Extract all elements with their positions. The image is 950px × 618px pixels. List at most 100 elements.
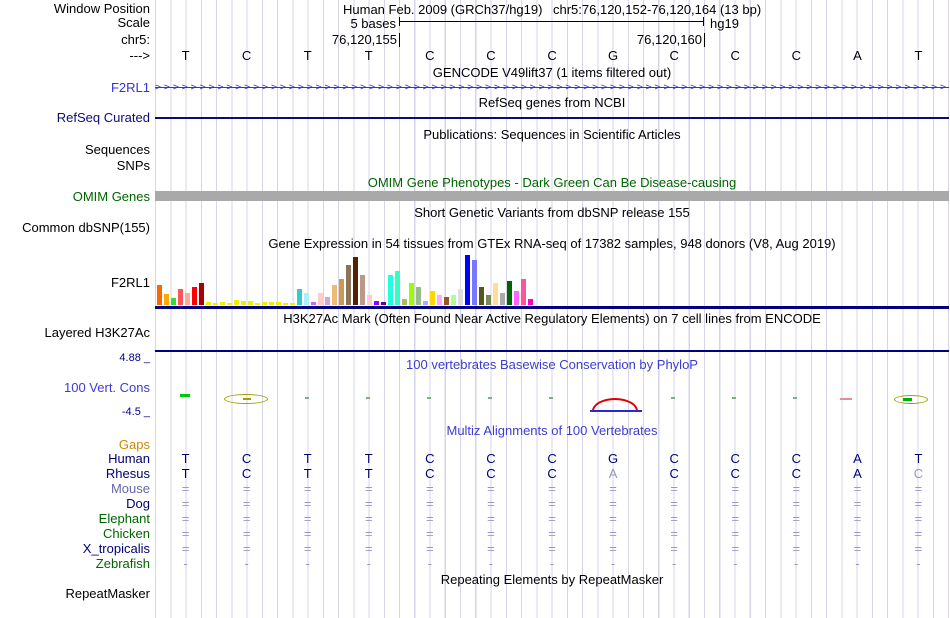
gtex-bar[interactable] [262,302,267,305]
gtex-bar[interactable] [185,293,190,305]
alignment-cell: = [670,541,678,556]
multiz-gaps-label[interactable]: Gaps [0,438,150,451]
gtex-bar[interactable] [220,302,225,305]
gtex-bar[interactable] [381,302,386,305]
dbsnp-track-label[interactable]: Common dbSNP(155) [0,221,150,234]
gtex-bar[interactable] [206,302,211,305]
gtex-bar[interactable] [423,301,428,305]
gtex-bar[interactable] [297,289,302,305]
gtex-bar[interactable] [479,287,484,305]
gtex-bar[interactable] [514,291,519,305]
refseq-track-label[interactable]: RefSeq Curated [0,111,150,124]
gtex-bar[interactable] [388,275,393,305]
species-label-x-tropicalis[interactable]: X_tropicalis [0,542,150,555]
gtex-bar[interactable] [255,303,260,305]
alignment-cell: = [792,526,801,541]
base-letter: C [730,48,740,63]
alignment-cell: - [916,556,921,571]
alignment-cell: = [731,496,740,511]
multiz-row-zebrafish[interactable]: ------------- [155,557,949,570]
h3k27ac-track-label[interactable]: Layered H3K27Ac [0,326,150,339]
gtex-bar[interactable] [451,295,456,305]
gtex-bar[interactable] [528,299,533,305]
gtex-bar[interactable] [276,302,281,305]
multiz-row-human[interactable]: TCTTCCCGCCCAT [155,452,949,465]
gtex-bar[interactable] [227,303,232,305]
gtex-bar[interactable] [283,303,288,305]
species-label-rhesus[interactable]: Rhesus [0,467,150,480]
species-label-elephant[interactable]: Elephant [0,512,150,525]
gtex-bar[interactable] [430,291,435,305]
refseq-gene-line[interactable] [155,117,949,119]
gtex-bar[interactable] [234,300,239,305]
gtex-bar[interactable] [164,294,169,305]
gtex-bar[interactable] [507,281,512,305]
gtex-expression-chart[interactable] [157,255,535,305]
species-label-mouse[interactable]: Mouse [0,482,150,495]
phylop-track-label[interactable]: 100 Vert. Cons [0,381,150,394]
multiz-row-mouse[interactable]: = = = = = = = = = = = = = [155,482,949,495]
repeatmasker-track-label[interactable]: RepeatMasker [0,587,150,600]
gtex-bar[interactable] [248,301,253,305]
gtex-bar[interactable] [367,295,372,305]
gtex-bar[interactable] [486,295,491,305]
gtex-bar[interactable] [346,265,351,305]
gtex-bar[interactable] [178,289,183,305]
sequences-track-label[interactable]: Sequences [0,143,150,156]
gtex-bar[interactable] [304,293,309,305]
gtex-bar[interactable] [493,283,498,305]
gtex-bar[interactable] [339,279,344,305]
multiz-row-elephant[interactable]: = = = = = = = = = = = = = [155,512,949,525]
alignment-cell: = [670,526,678,541]
gtex-bar[interactable] [192,287,197,305]
gtex-bar[interactable] [444,297,449,305]
multiz-row-x-tropicalis[interactable]: = = = = = = = = = = = = = [155,542,949,555]
alignment-cell: - [488,556,494,571]
gtex-bar[interactable] [157,285,162,305]
multiz-row-chicken[interactable]: = = = = = = = = = = = = = [155,527,949,540]
multiz-row-dog[interactable]: = = = = = = = = = = = = = [155,497,949,510]
gtex-bar[interactable] [416,287,421,305]
species-label-dog[interactable]: Dog [0,497,150,510]
gtex-bar[interactable] [465,255,470,305]
gtex-bar[interactable] [325,297,330,305]
publications-track-title: Publications: Sequences in Scientific Ar… [423,127,681,142]
gtex-bar[interactable] [402,299,407,305]
alignment-cell: = [303,526,312,541]
snps-track-label[interactable]: SNPs [0,159,150,172]
gtex-bar[interactable] [409,283,414,305]
gtex-bar[interactable] [290,303,295,305]
base-ruler: TCTTCCCGCCCAT [155,49,949,62]
gtex-bar[interactable] [458,289,463,305]
gencode-gene-label[interactable]: F2RL1 [0,81,150,94]
gtex-bar[interactable] [521,279,526,305]
gtex-bar[interactable] [332,285,337,305]
gtex-bar[interactable] [213,303,218,305]
base-letter: C [547,48,557,63]
gtex-bar[interactable] [472,260,477,305]
omim-gene-bar[interactable] [155,191,949,201]
gencode-gene-line[interactable]: >>>>>>>>>>>>>>>>>>>>>>>>>>>>>>>>>>>>>>>>… [155,83,949,93]
gtex-bar[interactable] [311,302,316,305]
gtex-bar[interactable] [500,293,505,305]
gtex-gene-label[interactable]: F2RL1 [0,276,150,289]
gtex-bar[interactable] [374,301,379,305]
coord-tick-right [704,33,705,47]
species-label-chicken[interactable]: Chicken [0,527,150,540]
gtex-bar[interactable] [353,257,358,305]
gtex-baseline [155,306,949,309]
gtex-bar[interactable] [437,295,442,305]
conservation-mark [732,397,736,399]
gtex-bar[interactable] [171,298,176,305]
species-label-zebrafish[interactable]: Zebrafish [0,557,150,570]
alignment-cell: = [181,496,190,511]
multiz-row-rhesus[interactable]: TCTTCCCACCCAC [155,467,949,480]
gtex-bar[interactable] [241,301,246,305]
gtex-bar[interactable] [395,271,400,305]
gtex-bar[interactable] [360,275,365,305]
gtex-bar[interactable] [318,293,323,305]
gtex-bar[interactable] [269,302,274,305]
omim-track-label[interactable]: OMIM Genes [0,190,150,203]
gtex-bar[interactable] [199,283,204,305]
species-label-human[interactable]: Human [0,452,150,465]
